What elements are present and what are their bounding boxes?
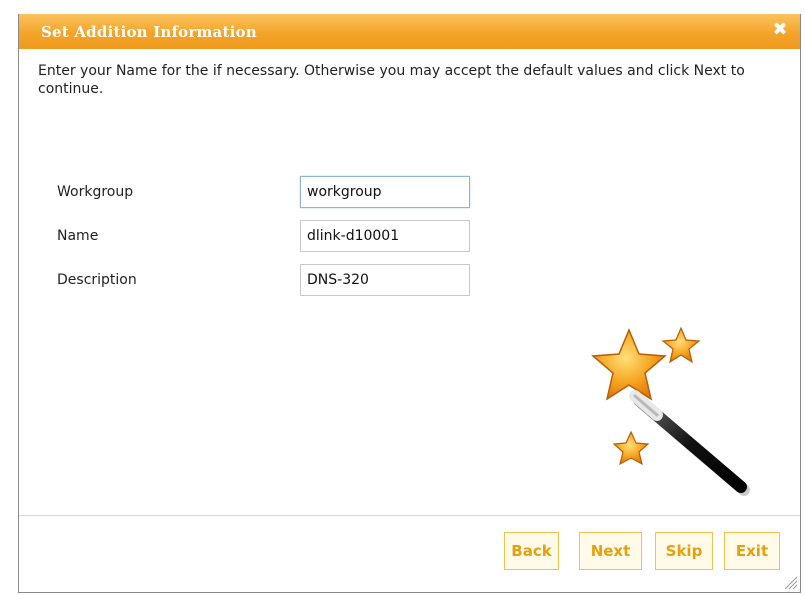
large-star-icon xyxy=(591,328,667,401)
name-row: Name xyxy=(57,220,557,252)
resize-grip-icon[interactable] xyxy=(784,576,798,590)
setup-wizard-dialog: Set Addition Information ✖ Enter your Na… xyxy=(18,14,801,593)
footer-divider xyxy=(19,515,800,516)
exit-button[interactable]: Exit xyxy=(724,532,780,570)
skip-button[interactable]: Skip xyxy=(655,532,713,570)
close-icon[interactable]: ✖ xyxy=(770,20,790,40)
small-star-bottom-icon xyxy=(612,430,650,466)
description-label: Description xyxy=(57,272,137,288)
workgroup-label: Workgroup xyxy=(57,184,134,200)
intro-text: Enter your Name for the if necessary. Ot… xyxy=(38,63,745,97)
small-star-top-icon xyxy=(661,326,701,364)
wand-icon xyxy=(629,390,750,496)
dialog-titlebar[interactable]: Set Addition Information ✖ xyxy=(19,14,800,49)
name-input[interactable] xyxy=(300,220,470,252)
name-label: Name xyxy=(57,228,99,244)
next-button[interactable]: Next xyxy=(579,532,642,570)
description-row: Description xyxy=(57,264,557,296)
magic-wand-stars-icon xyxy=(591,326,750,496)
workgroup-input[interactable] xyxy=(300,176,470,208)
workgroup-row: Workgroup xyxy=(57,176,557,208)
description-input[interactable] xyxy=(300,264,470,296)
back-button[interactable]: Back xyxy=(504,532,559,570)
dialog-title: Set Addition Information xyxy=(41,23,257,41)
